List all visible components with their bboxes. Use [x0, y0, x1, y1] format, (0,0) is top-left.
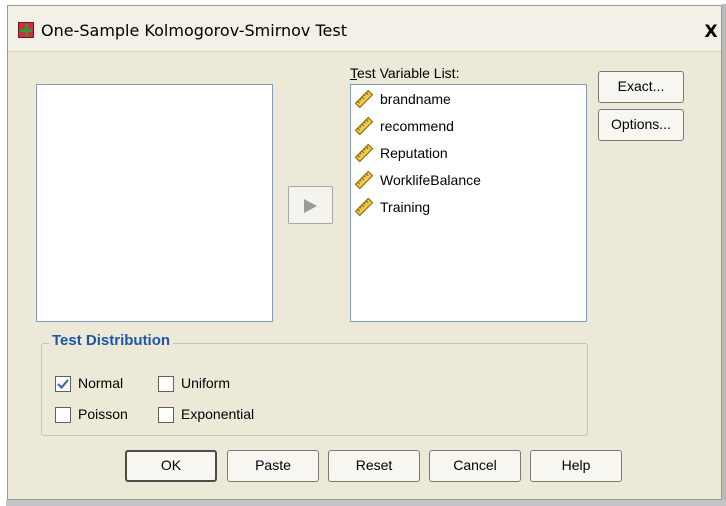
exponential-checkbox[interactable]: [158, 407, 174, 423]
exponential-label: Exponential: [181, 406, 255, 422]
variable-name: recommend: [380, 117, 454, 134]
ruler-scale-icon: [354, 116, 374, 135]
test-distribution-title: Test Distribution: [49, 332, 174, 349]
test-variable-list-label-rest: est Variable List:: [357, 65, 460, 81]
normal-label: Normal: [78, 375, 124, 391]
variable-name: Reputation: [380, 144, 448, 161]
exact-button[interactable]: Exact...: [598, 71, 684, 103]
reset-button[interactable]: Reset: [328, 450, 420, 482]
arrow-right-icon: [304, 199, 317, 213]
dialog-title: One-Sample Kolmogorov-Smirnov Test: [41, 21, 347, 40]
uniform-label: Uniform: [181, 375, 231, 391]
paste-button[interactable]: Paste: [227, 450, 319, 482]
variable-name: Training: [380, 198, 431, 215]
variable-name: WorklifeBalance: [380, 171, 481, 188]
test-variable-list-label: Test Variable List:: [350, 65, 460, 81]
window-shadow-bottom: [6, 500, 726, 506]
ok-button[interactable]: OK: [125, 450, 217, 482]
help-button[interactable]: Help: [530, 450, 622, 482]
list-item[interactable]: Reputation: [351, 139, 586, 166]
close-button[interactable]: X: [702, 23, 720, 41]
cancel-button[interactable]: Cancel: [429, 450, 521, 482]
test-variable-list[interactable]: brandname recommend Reputation WorklifeB…: [350, 84, 587, 322]
spss-dialog-icon: [18, 22, 34, 38]
checkmark-icon: [57, 379, 69, 390]
window-shadow-right: [722, 4, 726, 504]
ruler-scale-icon: [354, 89, 374, 108]
list-item[interactable]: WorklifeBalance: [351, 166, 586, 193]
variable-name: brandname: [380, 90, 451, 107]
ruler-scale-icon: [354, 143, 374, 162]
poisson-checkbox[interactable]: [55, 407, 71, 423]
normal-checkbox[interactable]: [55, 376, 71, 392]
dialog-window: One-Sample Kolmogorov-Smirnov Test X Tes…: [7, 5, 722, 500]
source-variable-list[interactable]: [36, 84, 273, 322]
list-item[interactable]: brandname: [351, 85, 586, 112]
test-distribution-group: Test Distribution Normal Uniform Poisson…: [41, 332, 588, 436]
title-bar[interactable]: One-Sample Kolmogorov-Smirnov Test X: [8, 6, 721, 52]
ruler-scale-icon: [354, 197, 374, 216]
poisson-label: Poisson: [78, 406, 128, 422]
move-variable-button[interactable]: [288, 186, 333, 224]
uniform-checkbox[interactable]: [158, 376, 174, 392]
ruler-scale-icon: [354, 170, 374, 189]
list-item[interactable]: Training: [351, 193, 586, 220]
options-button[interactable]: Options...: [598, 109, 684, 141]
list-item[interactable]: recommend: [351, 112, 586, 139]
